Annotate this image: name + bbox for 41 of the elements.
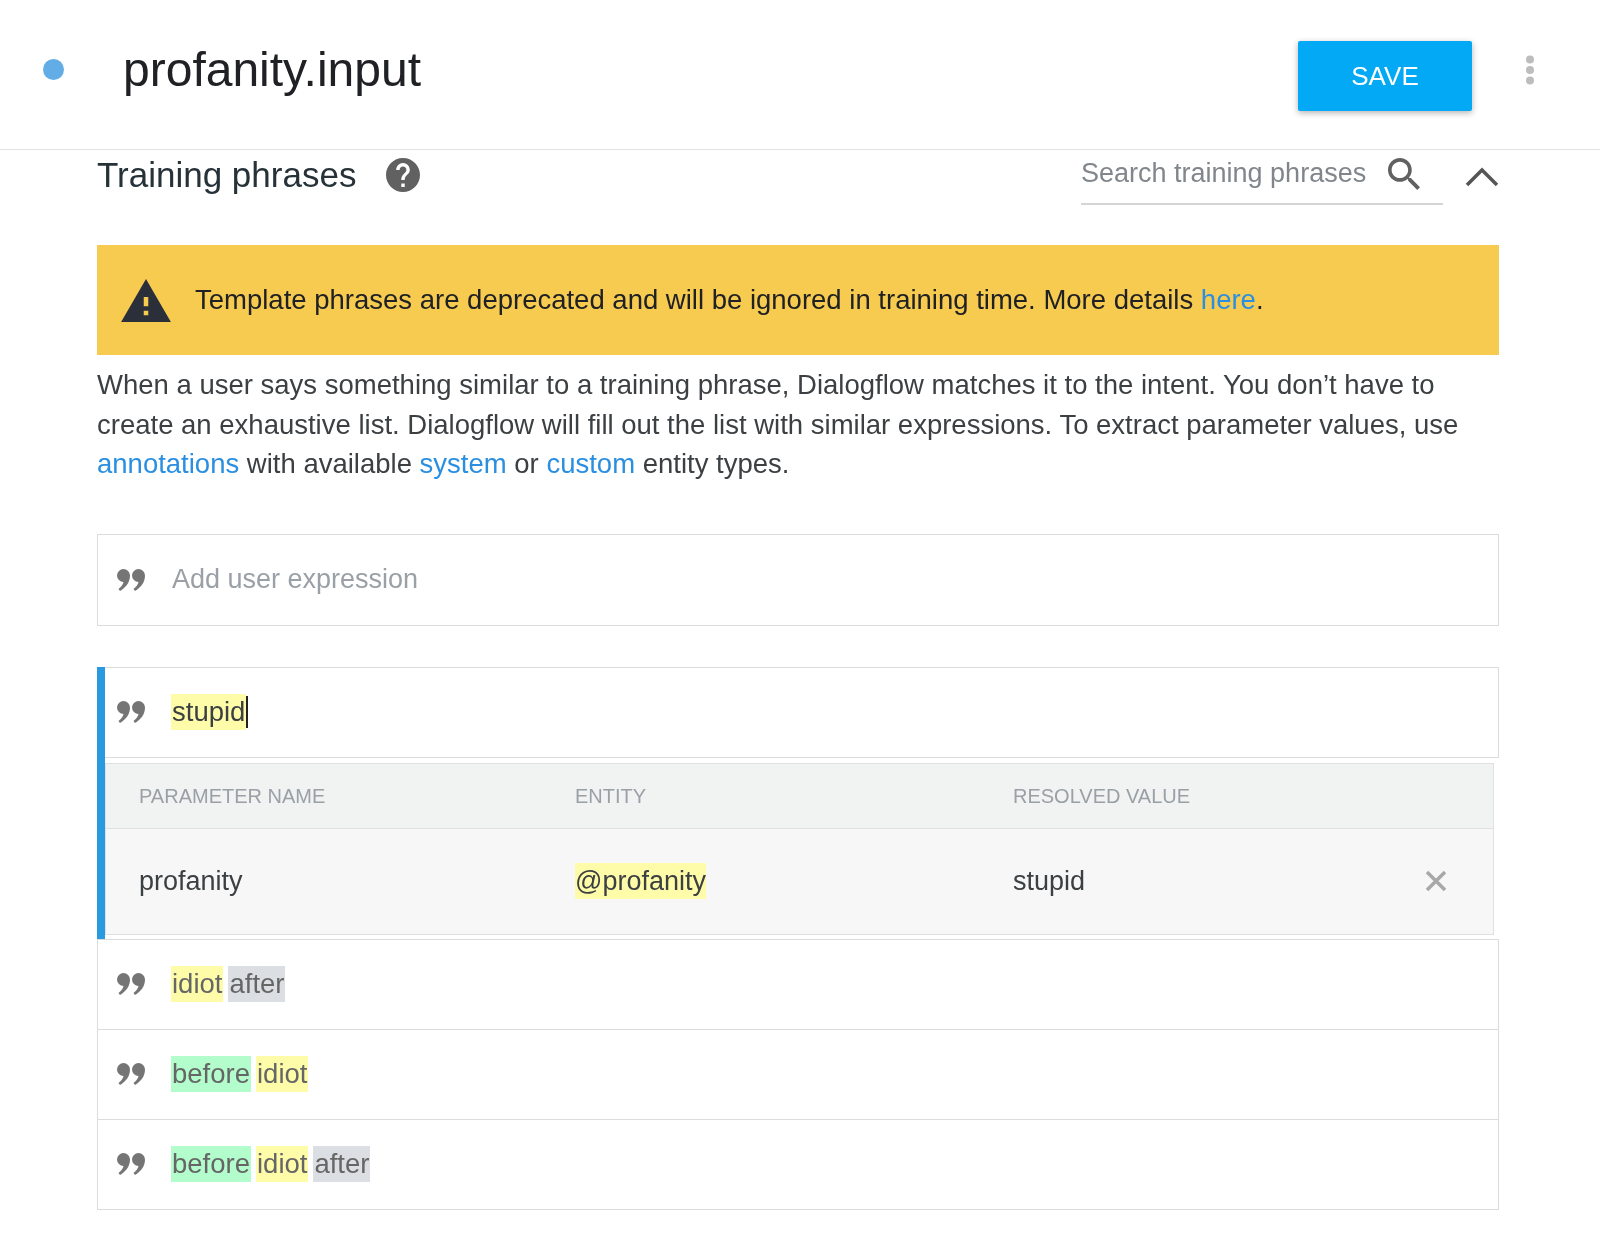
text-link[interactable]: here — [1200, 284, 1256, 315]
expression-box[interactable]: Add user expression — [97, 533, 1499, 626]
phrase-row[interactable]: before idiot — [97, 1028, 1499, 1120]
expression-input[interactable]: Add user expression — [172, 559, 1498, 600]
description-text: When a user says something similar to a training phrase, Dialogflow matches it to the intent. You don’t have to create an exhaustive list. Dialogflow will fill out the list with similar expressions. To extract parameter values, use annotations with available system or custom entity types. — [97, 368, 1460, 481]
quote-icon — [117, 1153, 145, 1175]
annotated-word: after — [228, 966, 286, 1002]
table-cell-text: stupid — [1013, 864, 1086, 898]
column-header: PARAMETER NAME — [139, 783, 326, 809]
annotated-word: before — [171, 1146, 251, 1182]
quote-icon — [117, 701, 145, 723]
quote-icon — [117, 973, 145, 995]
phrase-row[interactable]: idiot after — [97, 938, 1499, 1030]
search-input[interactable]: Search training phrases — [1081, 153, 1388, 194]
table-cell-text: profanity — [139, 864, 243, 898]
quote-icon — [117, 568, 145, 591]
text-cursor — [246, 696, 249, 728]
entity-cell: @profanity — [575, 863, 706, 899]
warning-message: Template phrases are deprecated and will be ignored in training time. More details here. — [195, 283, 1264, 317]
search-box[interactable]: Search training phrases — [1081, 150, 1443, 205]
text-link[interactable]: custom — [546, 448, 636, 479]
phrase-row[interactable]: stupid — [105, 666, 1499, 758]
annotated-word: after — [313, 1146, 371, 1182]
search-icon[interactable] — [1388, 157, 1420, 190]
text-link[interactable]: annotations — [97, 448, 240, 479]
column-header: RESOLVED VALUE — [1013, 783, 1191, 809]
page-title: profanity.input — [123, 42, 421, 98]
save-button[interactable]: SAVE — [1298, 41, 1472, 111]
annotated-word: idiot — [171, 966, 224, 1002]
help-icon[interactable] — [386, 158, 421, 192]
warning-icon — [121, 278, 171, 322]
phrase-row[interactable]: before idiot after — [97, 1118, 1499, 1210]
annotated-word: stupid — [171, 694, 247, 730]
annotated-word: before — [171, 1056, 251, 1092]
annotated-word: idiot — [256, 1146, 309, 1182]
chevron-up-icon[interactable] — [1465, 167, 1499, 187]
text-link[interactable]: system — [419, 448, 507, 479]
column-header: ENTITY — [575, 783, 647, 809]
annotated-word: idiot — [256, 1056, 309, 1092]
quote-icon — [117, 1063, 145, 1085]
section-title: Training phrases — [97, 155, 357, 195]
